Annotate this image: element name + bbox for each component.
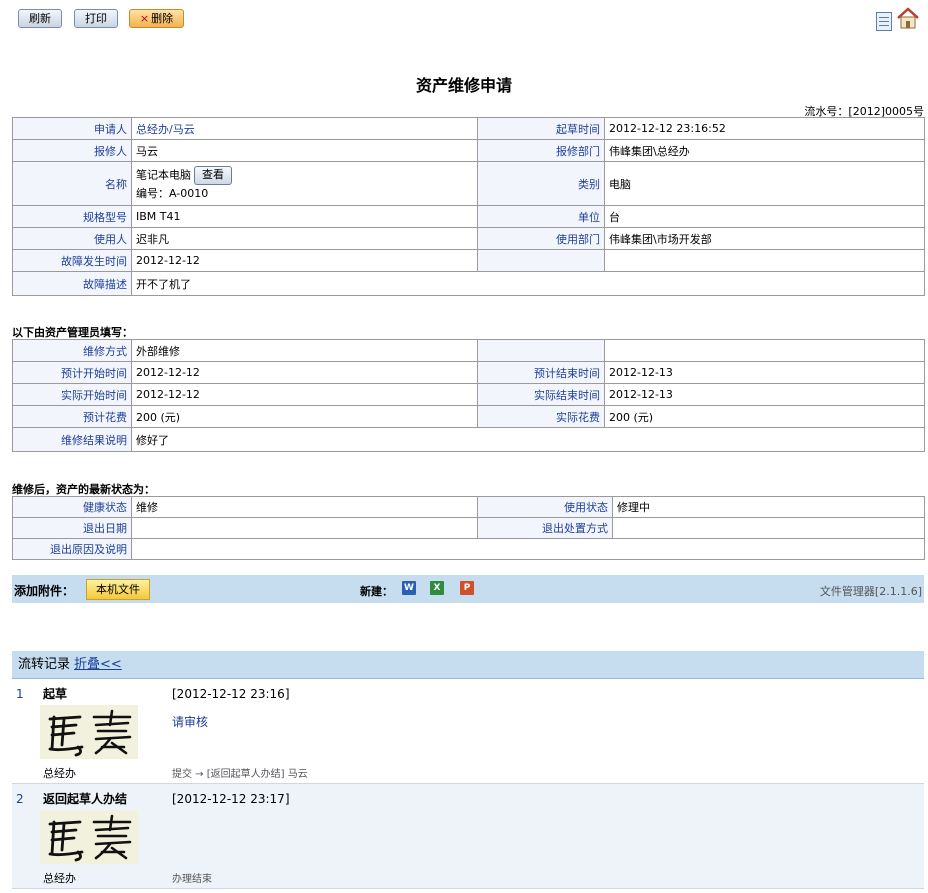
- excel-icon[interactable]: X: [430, 581, 444, 595]
- empty-value: [604, 339, 925, 362]
- print-button[interactable]: 打印: [74, 9, 118, 28]
- attachment-bar: 添加附件： 本机文件 新建： W X P 文件管理器[2.1.1.6]: [12, 575, 924, 603]
- reporter-label: 报修人: [12, 139, 132, 162]
- usage-value: 修理中: [612, 496, 925, 518]
- empty-label: [477, 339, 605, 362]
- result-value: 修好了: [131, 427, 925, 452]
- flow-header-title: 流转记录: [18, 657, 71, 672]
- empty-label: [477, 249, 605, 272]
- record-comment: 请审核: [172, 715, 209, 729]
- record-number: 2: [16, 792, 24, 806]
- page-title: 资产维修申请: [415, 76, 512, 95]
- powerpoint-icon[interactable]: P: [460, 581, 474, 595]
- record-dept: 总经办: [43, 767, 76, 780]
- status-section-heading: 维修后，资产的最新状态为：: [12, 483, 155, 496]
- record-action: 办理结束: [172, 874, 212, 885]
- report-dept-value: 伟峰集团\总经办: [604, 139, 925, 162]
- method-value: 外部维修: [131, 339, 478, 362]
- plan-end-label: 预计结束时间: [477, 361, 605, 384]
- health-label: 健康状态: [12, 496, 132, 518]
- delete-button[interactable]: × 删除: [129, 9, 184, 28]
- usage-label: 使用状态: [477, 496, 613, 518]
- new-file-label: 新建：: [360, 585, 393, 598]
- admin-section-heading: 以下由资产管理员填写：: [12, 326, 133, 339]
- flow-header: 流转记录 折叠<<: [12, 651, 924, 679]
- fault-desc-value: 开不了机了: [131, 271, 925, 296]
- fault-desc-label: 故障描述: [12, 271, 132, 296]
- plan-end-value: 2012-12-13: [604, 361, 925, 384]
- name-cell: 笔记本电脑 查看 编号：A-0010: [131, 161, 478, 206]
- signature-image: [40, 810, 138, 864]
- local-file-button[interactable]: 本机文件: [86, 579, 150, 600]
- actual-end-value: 2012-12-13: [604, 383, 925, 406]
- record-step: 起草: [43, 687, 68, 701]
- flow-records: 流转记录 折叠<< 1 起草 总经办 [2012-12-12 23:16] 请审核…: [12, 651, 924, 889]
- view-button[interactable]: 查看: [194, 166, 232, 185]
- applicant-label: 申请人: [12, 117, 132, 140]
- draft-time-label: 起草时间: [477, 117, 605, 140]
- model-value: IBM T41: [131, 205, 478, 228]
- signature-image: [40, 705, 138, 759]
- document-icon[interactable]: [876, 12, 892, 31]
- draft-time-value: 2012-12-12 23:16:52: [604, 117, 925, 140]
- fault-time-label: 故障发生时间: [12, 249, 132, 272]
- model-label: 规格型号: [12, 205, 132, 228]
- word-icon[interactable]: W: [402, 581, 416, 595]
- fault-time-value: 2012-12-12: [131, 249, 478, 272]
- actual-start-label: 实际开始时间: [12, 383, 132, 406]
- reporter-value: 马云: [131, 139, 478, 162]
- actual-end-label: 实际结束时间: [477, 383, 605, 406]
- repair-admin-table: 维修方式 外部维修 预计开始时间 2012-12-12 预计结束时间 2012-…: [12, 339, 925, 452]
- delete-x-icon: ×: [139, 12, 150, 25]
- record-number: 1: [16, 687, 24, 701]
- plan-start-value: 2012-12-12: [131, 361, 478, 384]
- empty-value: [604, 249, 925, 272]
- applicant-link[interactable]: 总经办/马云: [136, 123, 195, 136]
- asset-code-value: 编号：A-0010: [136, 187, 209, 200]
- user-label: 使用人: [12, 227, 132, 250]
- exit-method-label: 退出处置方式: [477, 517, 613, 539]
- exit-reason-label: 退出原因及说明: [12, 538, 132, 560]
- record-dept: 总经办: [43, 872, 76, 885]
- exit-date-label: 退出日期: [12, 517, 132, 539]
- record-step: 返回起草人办结: [43, 792, 128, 806]
- flow-record: 1 起草 总经办 [2012-12-12 23:16] 请审核 提交 → [返回…: [12, 679, 924, 784]
- attachment-label: 添加附件：: [14, 584, 75, 598]
- name-label: 名称: [12, 161, 132, 206]
- home-icon[interactable]: [896, 6, 920, 30]
- file-manager-version: 文件管理器[2.1.1.6]: [819, 585, 922, 598]
- actual-start-value: 2012-12-12: [131, 383, 478, 406]
- user-value: 迟非凡: [131, 227, 478, 250]
- flow-record: 2 返回起草人办结 总经办 [2012-12-12 23:17] 办理结束: [12, 784, 924, 889]
- unit-value: 台: [604, 205, 925, 228]
- use-dept-value: 伟峰集团\市场开发部: [604, 227, 925, 250]
- asset-status-table: 健康状态 维修 使用状态 修理中 退出日期 退出处置方式 退出原因及说明: [12, 496, 925, 560]
- plan-cost-value: 200 (元): [131, 405, 478, 428]
- refresh-button[interactable]: 刷新: [18, 9, 62, 28]
- report-dept-label: 报修部门: [477, 139, 605, 162]
- record-time: [2012-12-12 23:16]: [172, 687, 290, 701]
- use-dept-label: 使用部门: [477, 227, 605, 250]
- result-label: 维修结果说明: [12, 427, 132, 452]
- record-action: 提交 → [返回起草人办结] 马云: [172, 769, 308, 780]
- plan-cost-label: 预计花费: [12, 405, 132, 428]
- category-value: 电脑: [604, 161, 925, 206]
- record-time: [2012-12-12 23:17]: [172, 792, 290, 806]
- unit-label: 单位: [477, 205, 605, 228]
- exit-method-value: [612, 517, 925, 539]
- actual-cost-value: 200 (元): [604, 405, 925, 428]
- plan-start-label: 预计开始时间: [12, 361, 132, 384]
- top-icons: [876, 6, 922, 32]
- exit-date-value: [131, 517, 478, 539]
- asset-name-value: 笔记本电脑: [136, 168, 191, 182]
- method-label: 维修方式: [12, 339, 132, 362]
- delete-label: 删除: [151, 12, 174, 25]
- category-label: 类别: [477, 161, 605, 206]
- asset-info-table: 申请人 总经办/马云 起草时间 2012-12-12 23:16:52 报修人 …: [12, 117, 925, 296]
- fold-link[interactable]: 折叠<<: [74, 657, 122, 672]
- exit-reason-value: [131, 538, 925, 560]
- health-value: 维修: [131, 496, 478, 518]
- actual-cost-label: 实际花费: [477, 405, 605, 428]
